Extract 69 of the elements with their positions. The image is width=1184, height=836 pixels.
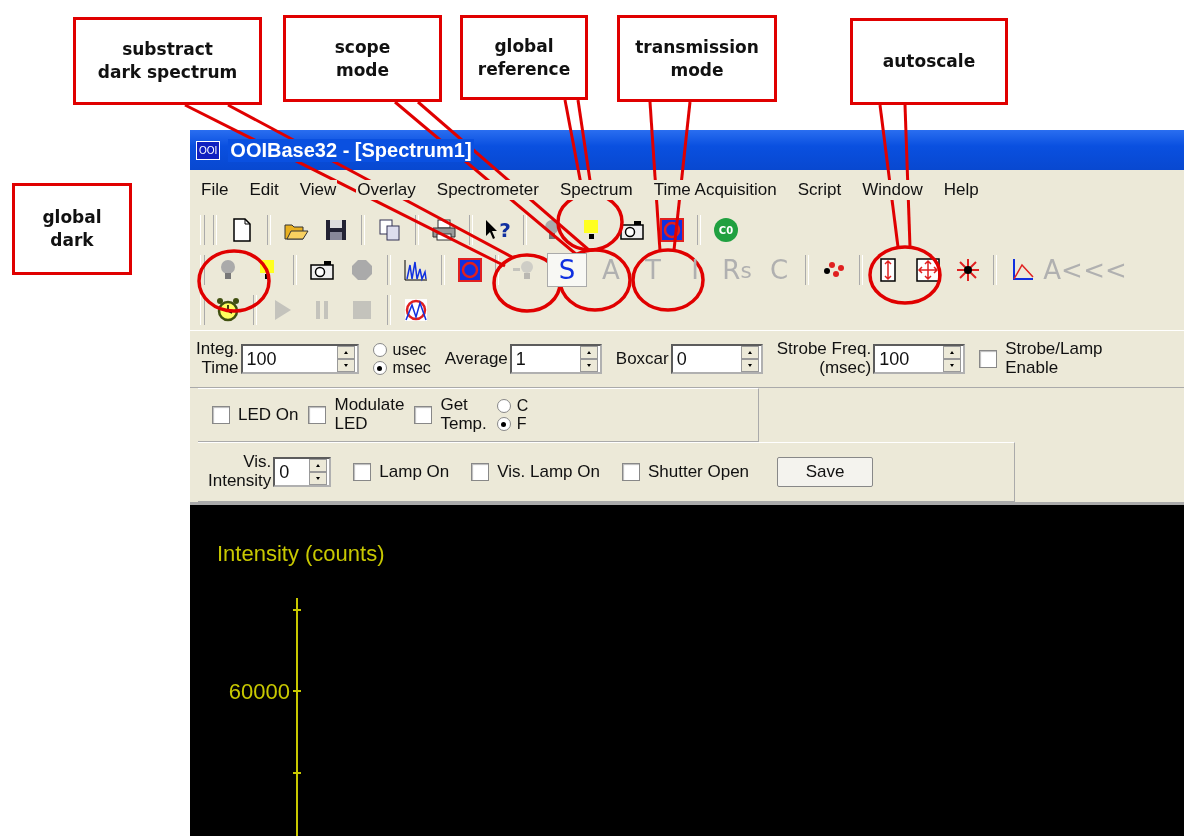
radio-button[interactable] bbox=[372, 342, 387, 357]
number-field[interactable]: 100 bbox=[873, 344, 966, 374]
checkbox[interactable] bbox=[621, 463, 640, 481]
alarm-clock-icon bbox=[215, 297, 241, 323]
target-square-icon bbox=[457, 257, 483, 283]
save-button[interactable]: Save bbox=[777, 457, 874, 487]
help-button[interactable]: ? bbox=[481, 213, 515, 247]
radio-option[interactable]: usec bbox=[372, 340, 431, 359]
crosshair-icon bbox=[955, 257, 981, 283]
field-label: Average bbox=[444, 349, 508, 369]
callout: autoscale bbox=[850, 18, 1008, 105]
callout: scope mode bbox=[283, 15, 442, 102]
field-label: Strobe Freq. (msec) bbox=[776, 340, 872, 378]
checkbox-label: Modulate LED bbox=[334, 396, 405, 434]
checkbox[interactable] bbox=[471, 463, 490, 481]
checkbox[interactable] bbox=[414, 406, 433, 424]
octagon-icon bbox=[349, 257, 375, 283]
checkbox-label: LED On bbox=[238, 405, 299, 425]
target-square-icon bbox=[659, 217, 685, 243]
toolbar-button[interactable]: S bbox=[547, 253, 587, 287]
number-field[interactable]: 1 bbox=[509, 344, 602, 374]
chart-ring-icon bbox=[403, 297, 429, 323]
spinner-control[interactable] bbox=[943, 346, 962, 372]
menu-item[interactable]: Help bbox=[942, 180, 980, 200]
checkbox[interactable] bbox=[979, 350, 998, 368]
radio-button[interactable] bbox=[372, 361, 387, 376]
spinner-control[interactable] bbox=[336, 346, 355, 372]
checkbox-label: Shutter Open bbox=[647, 462, 750, 482]
spectrum-icon bbox=[403, 257, 429, 283]
app-icon: OOI bbox=[196, 140, 221, 160]
radio-option[interactable]: C bbox=[496, 396, 529, 415]
number-field[interactable]: 100 bbox=[240, 344, 359, 374]
spinner-control[interactable] bbox=[579, 346, 598, 372]
field-label: Vis. Intensity bbox=[208, 453, 272, 491]
highlight-circle bbox=[492, 253, 562, 313]
radio-option[interactable]: msec bbox=[372, 359, 431, 378]
checkbox-label: Get Temp. bbox=[440, 396, 487, 434]
checkbox-label: Vis. Lamp On bbox=[497, 462, 600, 482]
checkbox-label: Lamp On bbox=[379, 462, 450, 482]
callout: global dark bbox=[12, 183, 132, 275]
field-label: Integ. Time bbox=[196, 340, 239, 378]
radio-option[interactable]: F bbox=[496, 415, 529, 434]
menu-item[interactable]: Spectrometer bbox=[435, 180, 540, 200]
checkbox[interactable] bbox=[353, 463, 372, 481]
printer-icon bbox=[431, 217, 457, 243]
spinner-control[interactable] bbox=[309, 459, 328, 485]
pointer-icon bbox=[485, 219, 500, 241]
checkbox[interactable] bbox=[308, 406, 327, 424]
tick-label: 60000 bbox=[227, 679, 290, 705]
radio-button[interactable] bbox=[496, 398, 511, 413]
number-field[interactable]: 0 bbox=[670, 344, 763, 374]
spinner-control[interactable] bbox=[740, 346, 759, 372]
callout: substract dark spectrum bbox=[73, 17, 262, 105]
field-label: Boxcar bbox=[615, 349, 669, 369]
menu-item[interactable]: Overlay bbox=[356, 180, 417, 200]
menu-item[interactable]: Window bbox=[861, 180, 924, 200]
window-title: OOIBase32 - [Spectrum1] bbox=[228, 138, 474, 162]
menu-item[interactable]: Spectrum bbox=[558, 180, 634, 200]
copy-icon bbox=[377, 217, 403, 243]
checkbox[interactable] bbox=[212, 406, 230, 424]
menu-item[interactable]: Script bbox=[796, 180, 843, 200]
expand-arrows-icon bbox=[915, 257, 941, 283]
axis-title: Intensity (counts) bbox=[217, 541, 385, 567]
checkbox-label: Strobe/Lamp Enable bbox=[1005, 340, 1103, 378]
callout: transmission mode bbox=[617, 15, 777, 102]
number-field[interactable]: 0 bbox=[273, 457, 332, 487]
radio-button[interactable] bbox=[496, 417, 511, 432]
callout: global reference bbox=[460, 15, 588, 100]
menu-item[interactable]: Time Acquisition bbox=[652, 180, 778, 200]
